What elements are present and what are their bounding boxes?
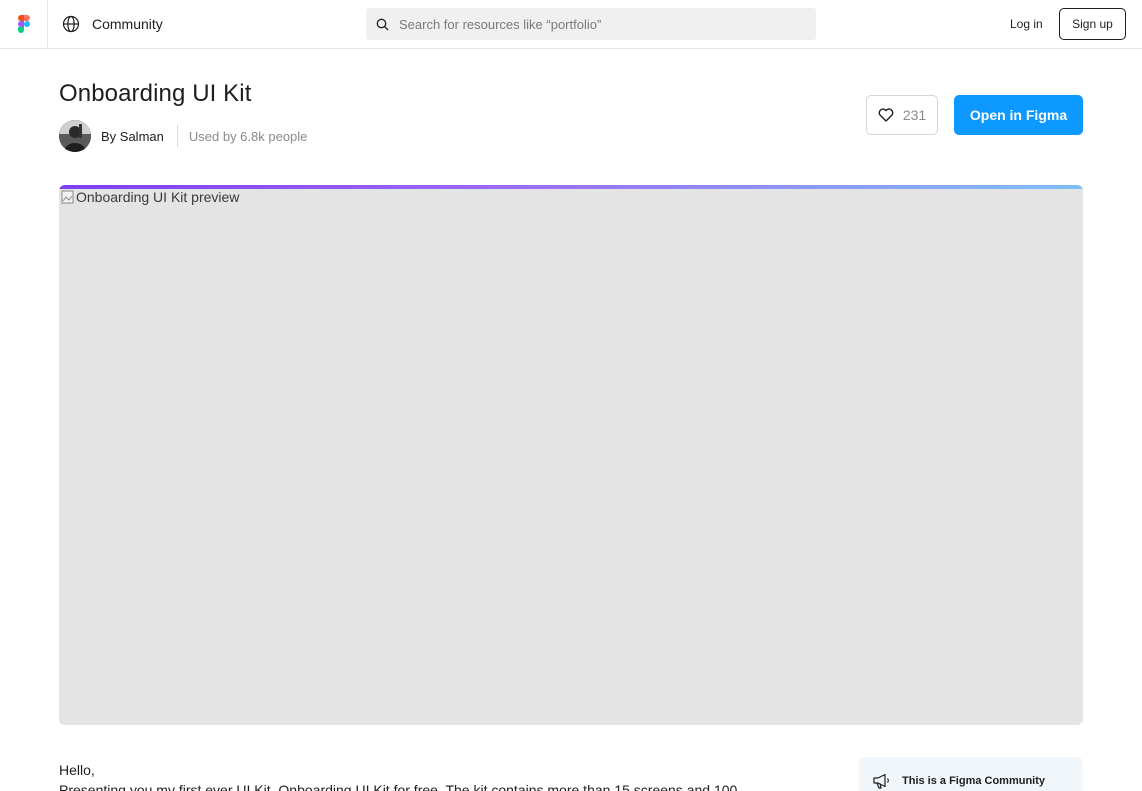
- like-button[interactable]: 231: [866, 95, 938, 135]
- figma-logo-icon: [17, 15, 30, 33]
- community-notice: This is a Figma Community: [859, 757, 1083, 791]
- community-link[interactable]: Community: [62, 14, 163, 34]
- meta-divider: [176, 125, 178, 147]
- community-label: Community: [92, 16, 163, 32]
- preview-alt-text: Onboarding UI Kit preview: [61, 189, 239, 205]
- resource-meta: By Salman Used by 6.8k people: [59, 120, 307, 152]
- search-input[interactable]: [399, 16, 799, 32]
- description: Hello, Presenting you my first ever UI K…: [59, 760, 799, 791]
- preview-alt-label: Onboarding UI Kit preview: [76, 189, 240, 205]
- search-bar[interactable]: [366, 8, 816, 40]
- description-greeting: Hello,: [59, 762, 95, 778]
- top-nav-bar: Community Log in Sign up: [0, 0, 1142, 49]
- megaphone-icon: [873, 773, 889, 789]
- login-button[interactable]: Log in: [1004, 12, 1049, 36]
- usage-count: Used by 6.8k people: [188, 128, 308, 144]
- figma-logo[interactable]: [0, 0, 48, 48]
- author-name[interactable]: By Salman: [101, 129, 164, 144]
- heart-icon: [878, 108, 894, 122]
- avatar-image: [59, 120, 91, 152]
- notice-text: This is a Figma Community: [902, 775, 1046, 787]
- author-avatar[interactable]: [59, 120, 91, 152]
- resource-title: Onboarding UI Kit: [59, 80, 252, 107]
- signup-button[interactable]: Sign up: [1059, 8, 1126, 40]
- open-in-figma-button[interactable]: Open in Figma: [954, 95, 1083, 135]
- globe-icon: [62, 15, 80, 33]
- broken-image-icon: [61, 190, 74, 204]
- search-icon: [376, 18, 389, 30]
- like-count: 231: [902, 107, 927, 123]
- description-body: Presenting you my first ever UI Kit, Onb…: [59, 782, 738, 791]
- preview-image: Onboarding UI Kit preview: [59, 185, 1083, 725]
